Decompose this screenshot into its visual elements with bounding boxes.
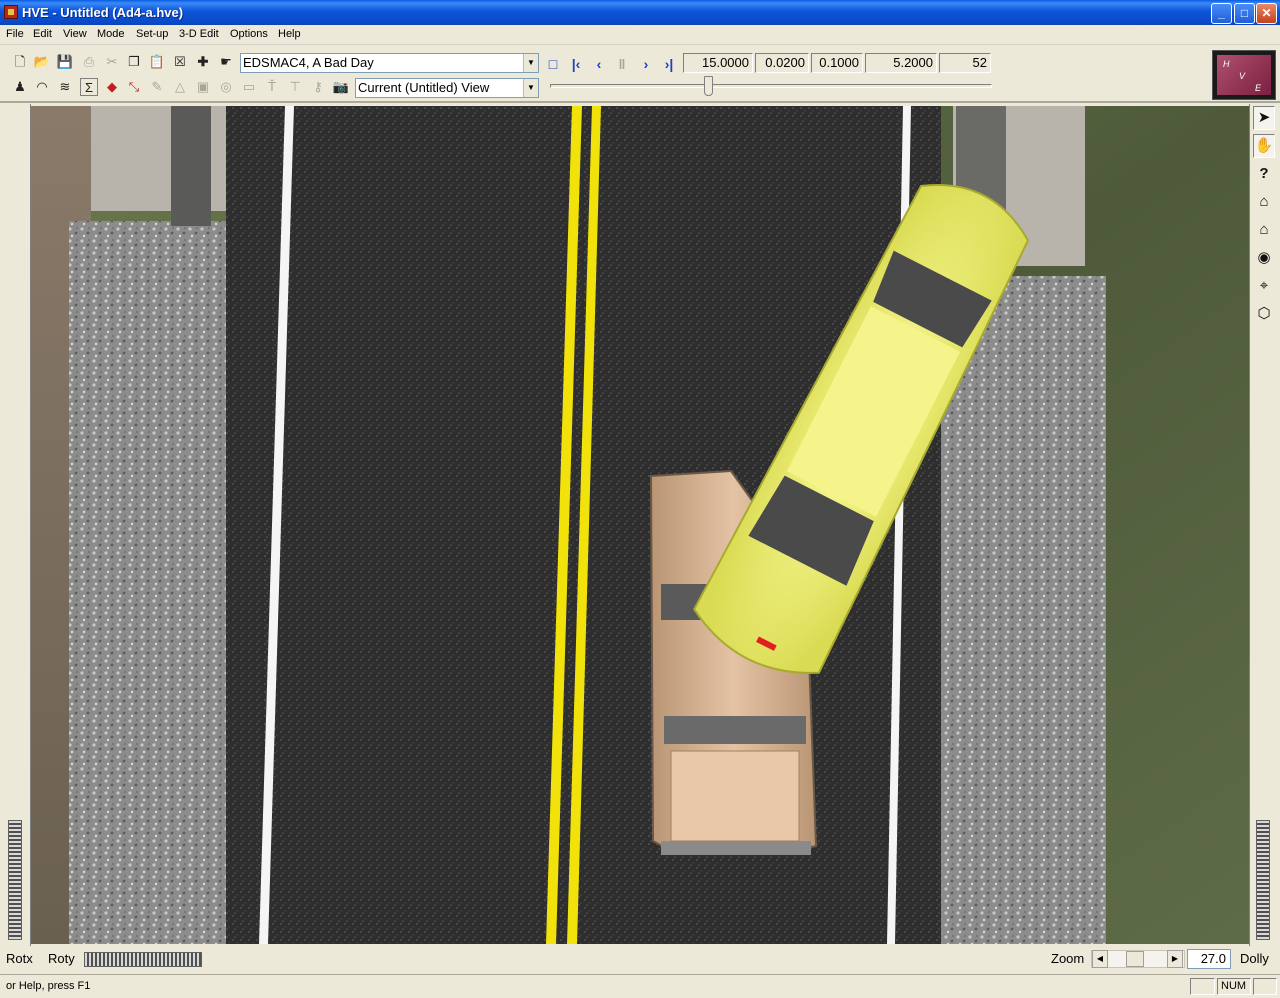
wireframe-box-icon[interactable]: ⬡ (1253, 302, 1275, 326)
zoom-value-field[interactable]: 27.0 (1187, 949, 1231, 969)
window-title: HVE - Untitled (Ad4-a.hve) (22, 5, 184, 20)
logo-letter-e: E (1255, 83, 1262, 93)
rotx-label: Rotx (6, 951, 33, 966)
new-file-icon[interactable]: 🗋 (11, 53, 29, 71)
zoom-right-arrow-icon[interactable]: ▶ (1167, 950, 1183, 968)
print-icon[interactable]: ⎙ (80, 53, 98, 71)
home-set-icon[interactable]: ⌂ (1253, 218, 1275, 242)
status-pane-scroll (1253, 978, 1277, 995)
zoom-slider-thumb[interactable] (1126, 951, 1144, 967)
pan-hand-icon[interactable]: ✋ (1253, 134, 1275, 158)
zoom-label: Zoom (1051, 951, 1085, 966)
close-button[interactable]: ✕ (1256, 3, 1277, 24)
event-select-value: EDSMAC4, A Bad Day (243, 55, 374, 70)
logo-panel: H V E (1217, 55, 1271, 95)
delete-box-icon[interactable]: ☒ (171, 53, 189, 71)
forward-to-end-icon[interactable]: ›| (660, 55, 678, 73)
hve-logo: H V E (1212, 50, 1276, 100)
event-select[interactable]: EDSMAC4, A Bad Day ▼ (240, 53, 539, 73)
time-slider-thumb[interactable] (704, 76, 713, 96)
open-folder-icon[interactable]: 📂 (33, 53, 51, 71)
time-end-field[interactable]: 15.0000 (683, 53, 753, 73)
cut-icon[interactable]: ✂ (103, 53, 121, 71)
t-marker-icon[interactable]: Ť (263, 78, 281, 96)
humans-icon[interactable]: ♟ (11, 78, 29, 96)
status-num-indicator: NUM (1217, 978, 1251, 995)
roty-horizontal-slider[interactable] (84, 952, 202, 967)
menu-help[interactable]: Help (278, 28, 301, 40)
eye-view-icon[interactable]: ◉ (1253, 246, 1275, 270)
status-pane-caps (1190, 978, 1215, 995)
select-arrow-icon[interactable]: ➤ (1253, 106, 1275, 130)
logo-letter-v: V (1239, 71, 1246, 81)
path-icon[interactable]: ⤡ (125, 78, 143, 96)
dolly-vertical-slider[interactable] (1256, 820, 1270, 940)
left-gravel-shoulder (69, 221, 229, 944)
rotx-vertical-slider[interactable] (8, 820, 22, 940)
view-select[interactable]: Current (Untitled) View ▼ (355, 78, 539, 98)
view-select-arrow-icon[interactable]: ▼ (523, 79, 538, 97)
scene-render[interactable] (31, 106, 1249, 944)
hve-application-window: HVE - Untitled (Ad4-a.hve) _ □ ✕ File Ed… (0, 0, 1280, 998)
cylinder-icon[interactable]: ▭ (240, 78, 258, 96)
home-view-icon[interactable]: ⌂ (1253, 190, 1275, 214)
zoom-left-arrow-icon[interactable]: ◀ (1092, 950, 1108, 968)
camera-icon[interactable]: 📷 (332, 78, 350, 96)
step-forward-icon[interactable]: › (637, 55, 655, 73)
pause-icon[interactable]: ‖ (613, 55, 631, 73)
hve-app-icon[interactable] (4, 5, 18, 19)
environment-icon[interactable]: ≋ (56, 78, 74, 96)
barrel-icon[interactable]: ▣ (194, 78, 212, 96)
key-icon[interactable]: ⚷ (309, 78, 327, 96)
status-help-text: or Help, press F1 (6, 980, 91, 992)
paste-icon[interactable]: 📋 (148, 53, 166, 71)
minimize-button[interactable]: _ (1211, 3, 1232, 24)
menu-options[interactable]: Options (230, 28, 268, 40)
tan-truck-rear-window (664, 716, 806, 744)
target-icon[interactable]: ◎ (217, 78, 235, 96)
tan-truck-rear-bumper (661, 841, 811, 855)
right-gravel-shoulder (941, 276, 1106, 944)
3d-scene-viewport[interactable] (31, 106, 1249, 944)
add-plus-icon[interactable]: ✚ (194, 53, 212, 71)
target-crosshair-icon[interactable]: ⌖ (1253, 274, 1275, 298)
tan-truck-bed (670, 750, 800, 842)
menu-view[interactable]: View (63, 28, 87, 40)
help-query-icon[interactable]: ? (1253, 162, 1275, 186)
menu-setup[interactable]: Set-up (136, 28, 168, 40)
event-select-arrow-icon[interactable]: ▼ (523, 54, 538, 72)
time-slider-track[interactable] (550, 84, 992, 88)
event-hand-icon[interactable]: ☛ (217, 53, 235, 71)
vehicle-icon[interactable]: ◠ (33, 78, 51, 96)
pin-icon[interactable]: ⊤ (286, 78, 304, 96)
cone-icon[interactable]: △ (171, 78, 189, 96)
output-interval-field[interactable]: 0.1000 (811, 53, 863, 73)
roty-label: Roty (48, 951, 75, 966)
menu-file[interactable]: File (6, 28, 24, 40)
frame-count-field[interactable]: 52 (939, 53, 991, 73)
current-time-field[interactable]: 5.2000 (865, 53, 937, 73)
red-arrows-icon[interactable]: ◆ (103, 78, 121, 96)
save-disk-icon[interactable]: 💾 (56, 53, 74, 71)
logo-letter-h: H (1223, 59, 1230, 69)
path-edit-icon[interactable]: ✎ (148, 78, 166, 96)
stop-icon[interactable]: □ (544, 55, 562, 73)
dolly-label: Dolly (1240, 951, 1269, 966)
menu-mode[interactable]: Mode (97, 28, 125, 40)
copy-icon[interactable]: ❐ (125, 53, 143, 71)
title-bar: HVE - Untitled (Ad4-a.hve) _ □ ✕ (0, 0, 1280, 25)
left-concrete-dark (171, 106, 211, 226)
menu-3d-edit[interactable]: 3-D Edit (179, 28, 219, 40)
view-select-value: Current (Untitled) View (358, 80, 490, 95)
step-back-icon[interactable]: ‹ (590, 55, 608, 73)
status-bar: or Help, press F1 NUM (0, 974, 1280, 998)
maximize-button[interactable]: □ (1234, 3, 1255, 24)
sigma-sum-icon[interactable]: Σ (80, 78, 98, 96)
menu-edit[interactable]: Edit (33, 28, 52, 40)
menu-bar: File Edit View Mode Set-up 3-D Edit Opti… (0, 25, 1280, 45)
time-step-field[interactable]: 0.0200 (755, 53, 809, 73)
rewind-to-start-icon[interactable]: |‹ (567, 55, 585, 73)
